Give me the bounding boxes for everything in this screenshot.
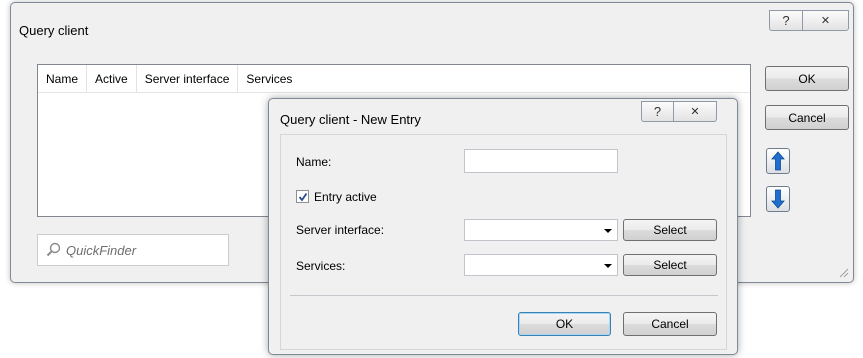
services-select-button[interactable]: Select xyxy=(623,254,717,276)
entry-active-checkbox[interactable] xyxy=(296,190,309,203)
help-icon: ? xyxy=(782,13,790,28)
services-label: Services: xyxy=(296,259,346,273)
ok-button[interactable]: OK xyxy=(765,66,849,91)
server-interface-label: Server interface: xyxy=(296,223,385,237)
chevron-down-icon xyxy=(604,264,612,268)
dialog-ok-button[interactable]: OK xyxy=(518,312,611,336)
column-server-interface[interactable]: Server interface xyxy=(137,65,239,92)
new-entry-dialog: Query client - New Entry ? ✕ Name: Entry… xyxy=(268,98,738,355)
dialog-help-button[interactable]: ? xyxy=(641,101,673,122)
quickfinder-input[interactable]: QuickFinder xyxy=(37,234,229,266)
quickfinder-placeholder: QuickFinder xyxy=(66,242,137,258)
arrow-down-icon xyxy=(771,189,785,209)
server-interface-combo[interactable] xyxy=(464,219,618,241)
close-button[interactable]: ✕ xyxy=(802,10,849,31)
close-icon: ✕ xyxy=(690,106,700,118)
arrow-up-icon xyxy=(771,151,785,171)
checkmark-icon xyxy=(298,192,307,201)
move-up-button[interactable] xyxy=(766,148,790,174)
search-icon xyxy=(46,242,61,257)
dialog-close-button[interactable]: ✕ xyxy=(673,101,717,122)
name-field[interactable] xyxy=(464,149,618,173)
chevron-down-icon xyxy=(604,229,612,233)
entry-active-label[interactable]: Entry active xyxy=(314,190,377,204)
column-services[interactable]: Services xyxy=(238,65,300,92)
close-icon: ✕ xyxy=(820,15,831,27)
dialog-content: Name: Entry active Server interface: Sel… xyxy=(280,134,727,350)
dialog-cancel-button[interactable]: Cancel xyxy=(623,312,717,336)
server-interface-select-button[interactable]: Select xyxy=(623,219,717,241)
column-active[interactable]: Active xyxy=(87,65,137,92)
name-label: Name: xyxy=(296,155,332,169)
window-title: Query client xyxy=(19,23,89,38)
divider xyxy=(290,295,718,296)
move-down-button[interactable] xyxy=(766,186,790,212)
help-icon: ? xyxy=(653,104,662,119)
cancel-button[interactable]: Cancel xyxy=(765,105,849,130)
table-header: Name Active Server interface Services xyxy=(38,65,750,93)
column-name[interactable]: Name xyxy=(38,65,88,92)
services-combo[interactable] xyxy=(464,254,618,276)
resize-grip-icon[interactable] xyxy=(837,266,849,278)
dialog-title: Query client - New Entry xyxy=(280,112,421,127)
help-button[interactable]: ? xyxy=(769,10,802,31)
